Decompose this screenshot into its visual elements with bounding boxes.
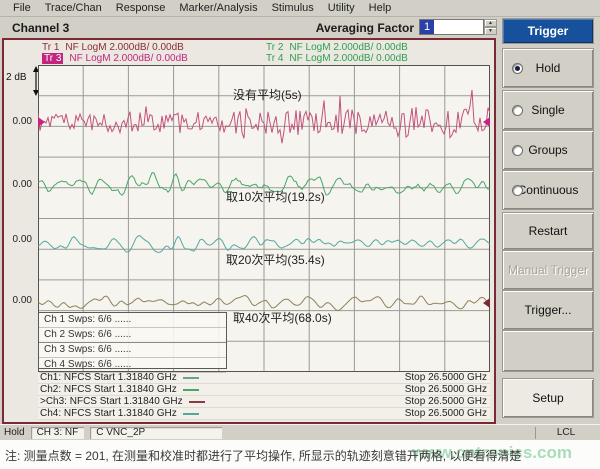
stimulus-start-label: Ch2: NFCS Start 1.31840 GHz xyxy=(40,384,177,395)
radio-selected-icon xyxy=(512,63,523,74)
spinner-up-icon[interactable]: ▲ xyxy=(484,19,497,27)
trace-status-tr2[interactable]: Tr 2 NF LogM 2.000dB/ 0.00dB xyxy=(266,42,408,53)
scale-per-div-label: 2 dB xyxy=(6,72,27,83)
trace-id-badge: Tr 1 xyxy=(42,42,59,53)
trace-color-dash-icon xyxy=(183,413,199,415)
active-trace-label: NF xyxy=(65,427,78,438)
trace-status-tr1[interactable]: Tr 1 NF LogM 2.000dB/ 0.00dB xyxy=(42,42,184,53)
trace-id-badge: Tr 2 xyxy=(266,42,283,53)
ref-level-label-2: 0.00 xyxy=(4,179,32,190)
stimulus-row-ch2: Ch2: NFCS Start 1.31840 GHz Stop 26.5000 … xyxy=(38,384,490,396)
averaging-annotation-3: 取20次平均(35.4s) xyxy=(226,251,325,268)
ref-level-label-3: 0.00 xyxy=(4,234,32,245)
graph-area: 没有平均(5s) 取10次平均(19.2s) 取20次平均(35.4s) 取40次平均… xyxy=(38,65,490,372)
ref-level-label-4: 0.00 xyxy=(4,295,32,306)
sweep-count-row-ch4: Ch 4 Swps: 6/6 ...... xyxy=(39,358,226,373)
radio-unselected-icon xyxy=(512,185,523,196)
spinner-down-icon[interactable]: ▼ xyxy=(484,27,497,35)
stimulus-start-label: Ch1: NFCS Start 1.31840 GHz xyxy=(40,372,177,383)
sweep-status-box: Ch 1 Swps: 6/6 ......Ch 2 Swps: 6/6 ....… xyxy=(38,312,227,369)
channel-title: Channel 3 xyxy=(12,21,69,35)
softkey-setup[interactable]: Setup xyxy=(502,378,594,418)
softkey-continuous[interactable]: Continuous xyxy=(502,170,594,210)
caption-text: 注: 测量点数 = 201, 在测量和校准时都进行了平均操作, 所显示的轨迹刻意… xyxy=(5,447,521,464)
menu-bar: File Trace/Chan Response Marker/Analysis Sti… xyxy=(0,0,600,17)
ref-level-label-1: 0.00 xyxy=(4,116,32,127)
trace-format-label: NF LogM 2.000dB/ 0.00dB xyxy=(289,53,407,64)
averaging-annotation-2: 取10次平均(19.2s) xyxy=(226,188,325,205)
stimulus-start-label: Ch4: NFCS Start 1.31840 GHz xyxy=(40,408,177,419)
trace-format-label: NF LogM 2.000dB/ 0.00dB xyxy=(289,42,407,53)
menu-item-response[interactable]: Response xyxy=(116,2,166,14)
analyzer-display: Tr 1 NF LogM 2.000dB/ 0.00dB Tr 2 NF LogM 2… xyxy=(2,38,496,424)
trace-id-badge: Tr 4 xyxy=(266,53,283,64)
softkey-groups[interactable]: Groups xyxy=(502,130,594,170)
active-channel-cell: CH 3: NF xyxy=(31,427,85,439)
trace-format-label: NF LogM 2.000dB/ 0.00dB xyxy=(65,42,183,53)
averaging-annotation-1: 没有平均(5s) xyxy=(233,86,302,103)
channel-bar: Channel 3 Averaging Factor 1 ▲ ▼ xyxy=(0,18,500,38)
softkey-label: Hold xyxy=(536,61,561,75)
softkey-label: Continuous xyxy=(518,183,579,197)
softkey-trigger[interactable]: Trigger... xyxy=(502,290,594,330)
stimulus-stop-label: Stop 26.5000 GHz xyxy=(405,408,490,419)
trace-id-badge: Tr 3 xyxy=(42,53,63,64)
menu-item-help[interactable]: Help xyxy=(369,2,392,14)
sweep-count-row-ch3: Ch 3 Swps: 6/6 ...... xyxy=(39,343,226,358)
softkey-label: Single xyxy=(531,103,564,117)
averaging-factor-value: 1 xyxy=(420,20,434,34)
menu-item-trace-chan[interactable]: Trace/Chan xyxy=(45,2,102,14)
stimulus-row-ch1: Ch1: NFCS Start 1.31840 GHz Stop 26.5000 … xyxy=(38,372,490,384)
stimulus-row-ch4: Ch4: NFCS Start 1.31840 GHz Stop 26.5000 … xyxy=(38,408,490,420)
trace-status-tr3[interactable]: Tr 3 NF LogM 2.000dB/ 0.00dB xyxy=(42,53,188,64)
mode-cell: C VNC_2P xyxy=(90,427,222,439)
status-bar: Hold CH 3: NF C VNC_2P LCL xyxy=(0,424,600,440)
averaging-factor-spinner[interactable]: ▲ ▼ xyxy=(484,19,497,35)
softkey-blank[interactable] xyxy=(502,330,594,372)
stimulus-row-ch3: >Ch3: NFCS Start 1.31840 GHz Stop 26.5000… xyxy=(38,396,490,408)
trace-color-dash-icon xyxy=(183,377,199,379)
sweep-count-row-ch1: Ch 1 Swps: 6/6 ...... xyxy=(39,313,226,328)
softkey-manual-trigger: Manual Trigger xyxy=(502,250,594,290)
softkey-trigger-title[interactable]: Trigger xyxy=(502,18,594,44)
trace-color-dash-icon xyxy=(189,401,205,403)
sweep-count-row-ch2: Ch 2 Swps: 6/6 ...... xyxy=(39,328,226,343)
stimulus-start-label: >Ch3: NFCS Start 1.31840 GHz xyxy=(40,396,183,407)
stimulus-stop-label: Stop 26.5000 GHz xyxy=(405,396,490,407)
radio-unselected-icon xyxy=(512,105,523,116)
trace-status-tr4[interactable]: Tr 4 NF LogM 2.000dB/ 0.00dB xyxy=(266,53,408,64)
trace-color-dash-icon xyxy=(183,389,199,391)
softkey-hold[interactable]: Hold xyxy=(502,48,594,88)
softkey-restart[interactable]: Restart xyxy=(502,212,594,250)
stimulus-stop-label: Stop 26.5000 GHz xyxy=(405,384,490,395)
menu-item-marker-analysis[interactable]: Marker/Analysis xyxy=(179,2,257,14)
softkey-single[interactable]: Single xyxy=(502,90,594,130)
stimulus-stop-label: Stop 26.5000 GHz xyxy=(405,372,490,383)
menu-item-utility[interactable]: Utility xyxy=(328,2,355,14)
trace-format-label: NF LogM 2.000dB/ 0.00dB xyxy=(69,53,187,64)
radio-unselected-icon xyxy=(512,145,523,156)
menu-item-stimulus[interactable]: Stimulus xyxy=(272,2,314,14)
softkey-label: Groups xyxy=(528,143,567,157)
averaging-factor-input[interactable]: 1 xyxy=(419,19,484,35)
menu-item-file[interactable]: File xyxy=(13,2,31,14)
marker-trace4-right-icon xyxy=(483,298,490,308)
averaging-annotation-4: 取40次平均(68.0s) xyxy=(233,309,332,326)
active-channel-label: CH 3: xyxy=(37,427,63,438)
stimulus-rows: Ch1: NFCS Start 1.31840 GHz Stop 26.5000 … xyxy=(38,372,490,420)
lcl-indicator: LCL xyxy=(535,427,596,439)
averaging-factor-label: Averaging Factor xyxy=(316,21,414,35)
sweep-state-label: Hold xyxy=(4,427,25,438)
caption-area: www.cntronics.com 注: 测量点数 = 201, 在测量和校准时… xyxy=(0,440,600,469)
